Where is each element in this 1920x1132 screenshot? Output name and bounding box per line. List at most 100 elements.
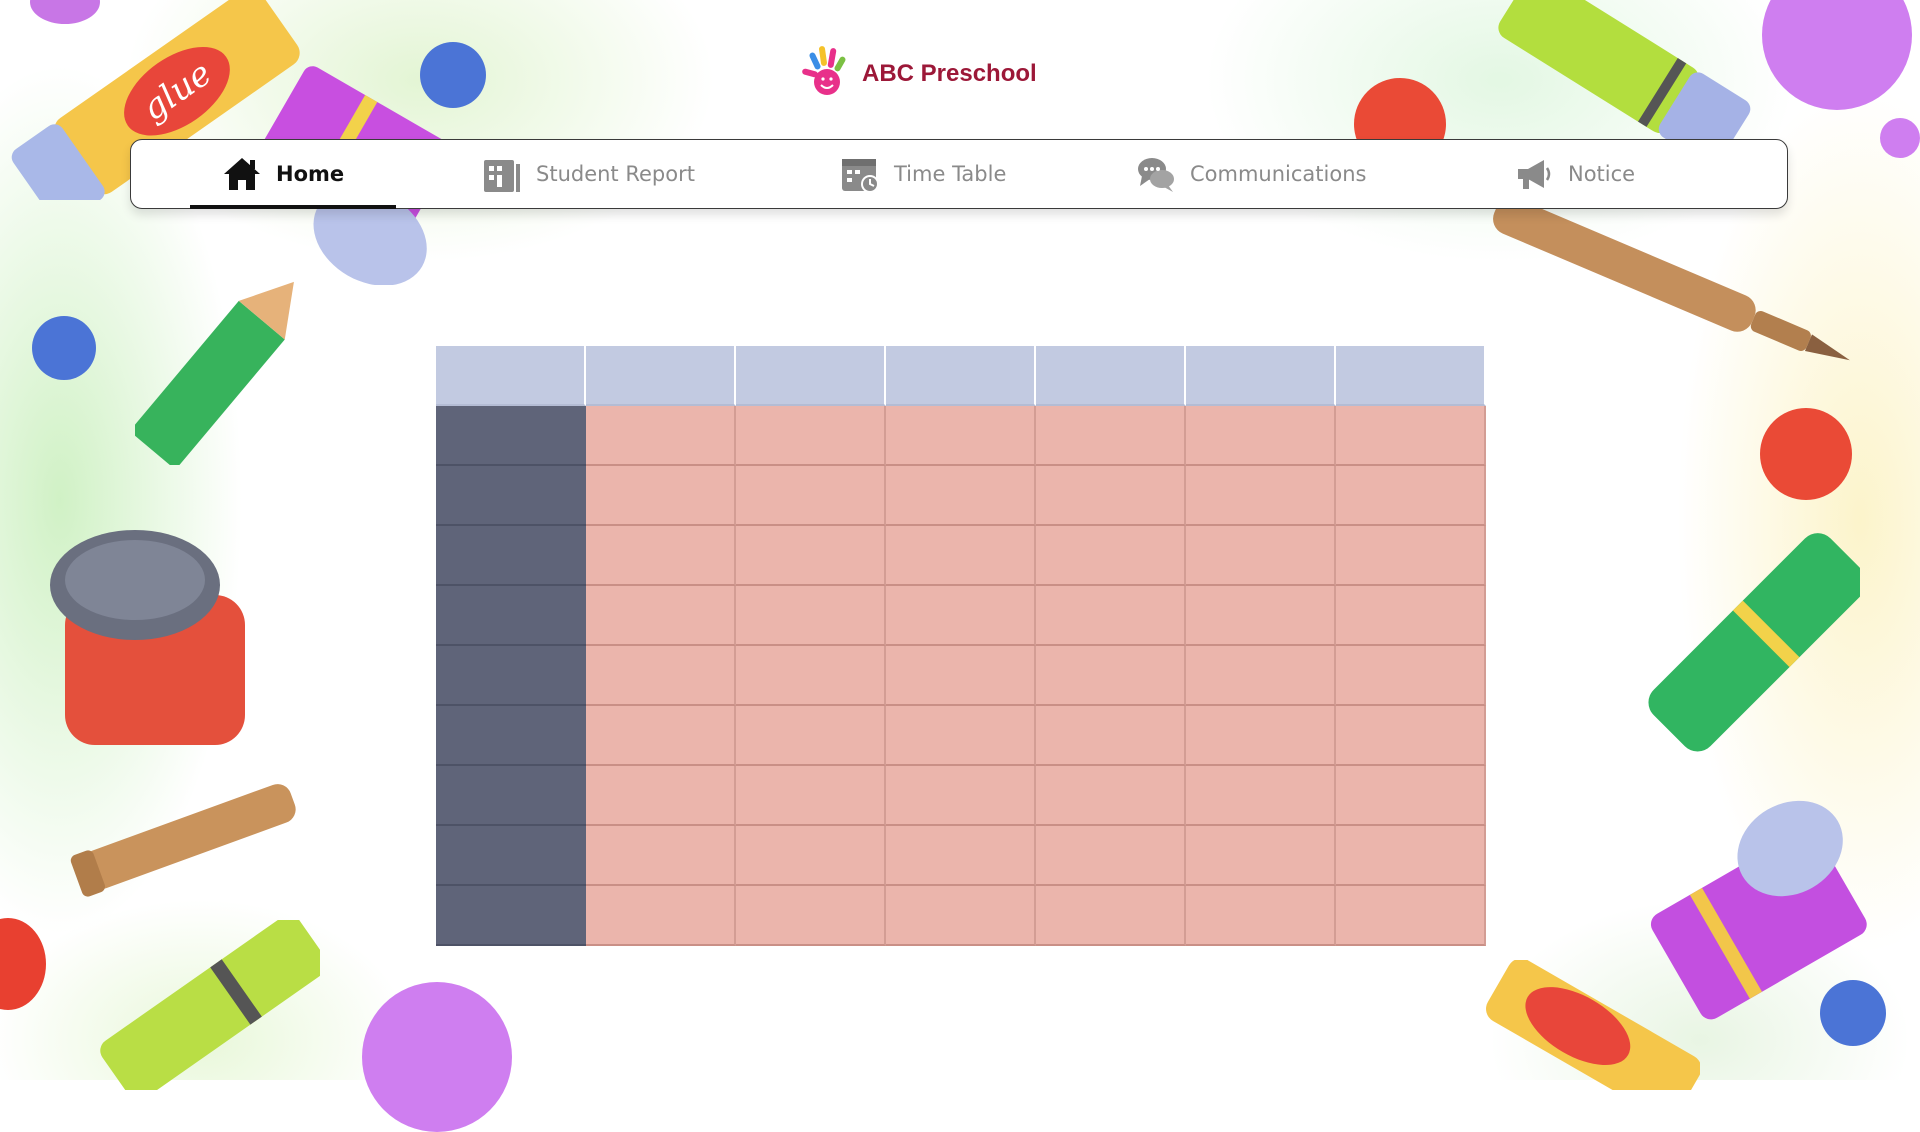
glue-stick-bottom-illustration	[1486, 960, 1700, 1090]
timetable-cell[interactable]	[586, 586, 736, 646]
paint-jar-illustration	[50, 530, 245, 745]
timetable-cell[interactable]	[1336, 766, 1486, 826]
timetable-cell[interactable]	[886, 586, 1036, 646]
timetable-cell[interactable]	[586, 766, 736, 826]
nav-item-home[interactable]: Home	[222, 139, 344, 209]
brand-header[interactable]: ABC Preschool	[800, 44, 1037, 104]
timetable-cell[interactable]	[736, 526, 886, 586]
timetable-cell[interactable]	[886, 526, 1036, 586]
timetable-cell[interactable]	[1036, 826, 1186, 886]
timetable-cell[interactable]	[586, 406, 736, 466]
timetable-cell[interactable]	[736, 886, 886, 946]
timetable-cell[interactable]	[586, 706, 736, 766]
timetable-cell[interactable]	[586, 526, 736, 586]
timetable-row	[436, 526, 1486, 586]
timetable-cell[interactable]	[1336, 586, 1486, 646]
timetable-cell[interactable]	[1036, 646, 1186, 706]
timetable-cell[interactable]	[1036, 526, 1186, 586]
timetable-cell[interactable]	[886, 706, 1036, 766]
timetable-cell[interactable]	[886, 826, 1036, 886]
green-marker-illustration	[1648, 533, 1860, 752]
timetable-cell[interactable]	[736, 586, 886, 646]
timetable-cell[interactable]	[1186, 406, 1336, 466]
timetable-cell[interactable]	[1336, 406, 1486, 466]
timetable-cell[interactable]	[1186, 886, 1336, 946]
timetable-row	[436, 766, 1486, 826]
timetable-row-label-cell	[436, 706, 586, 766]
timetable-cell[interactable]	[1036, 886, 1186, 946]
timetable-cell[interactable]	[886, 886, 1036, 946]
brand-name: ABC Preschool	[862, 60, 1037, 87]
timetable-cell[interactable]	[1036, 466, 1186, 526]
timetable-cell[interactable]	[586, 466, 736, 526]
timetable-row-label-cell	[436, 526, 586, 586]
timetable-cell[interactable]	[886, 466, 1036, 526]
red-paint-dot	[1760, 408, 1852, 500]
timetable-cell[interactable]	[586, 886, 736, 946]
timetable-cell[interactable]	[886, 406, 1036, 466]
timetable-header-cell	[1336, 346, 1486, 406]
timetable-cell[interactable]	[1336, 646, 1486, 706]
timetable-cell[interactable]	[736, 406, 886, 466]
timetable-cell[interactable]	[1186, 586, 1336, 646]
timetable-row	[436, 646, 1486, 706]
timetable-row-label-cell	[436, 766, 586, 826]
highlighter-illustration	[1498, 0, 1751, 160]
timetable-row	[436, 466, 1486, 526]
timetable-cell[interactable]	[1336, 526, 1486, 586]
timetable-header-cell	[886, 346, 1036, 406]
megaphone-icon	[1518, 160, 1551, 189]
timetable-cell[interactable]	[1336, 826, 1486, 886]
timetable-row	[436, 886, 1486, 946]
timetable-header-cell	[1186, 346, 1336, 406]
nav-item-notice[interactable]: Notice	[1514, 139, 1635, 209]
timetable-cell[interactable]	[1336, 466, 1486, 526]
timetable-row	[436, 706, 1486, 766]
timetable-header-cell	[1036, 346, 1186, 406]
nav-item-communications[interactable]: Communications	[1136, 139, 1366, 209]
timetable-row-label-cell	[436, 406, 586, 466]
crayon-illustration	[70, 784, 296, 897]
timetable-cell[interactable]	[736, 766, 886, 826]
timetable-row-label-cell	[436, 646, 586, 706]
timetable-row	[436, 586, 1486, 646]
nav-item-notice-label: Notice	[1568, 162, 1636, 186]
timetable-header-row	[436, 346, 1486, 406]
pen-illustration	[1493, 197, 1850, 361]
timetable-cell[interactable]	[586, 646, 736, 706]
timetable-cell[interactable]	[886, 646, 1036, 706]
timetable-cell[interactable]	[1036, 406, 1186, 466]
timetable-cell[interactable]	[1336, 886, 1486, 946]
nav-item-student-report-label: Student Report	[536, 162, 695, 186]
timetable-cell[interactable]	[1186, 646, 1336, 706]
nav-item-student-report[interactable]: Student Report	[482, 139, 695, 209]
timetable-header-cell	[736, 346, 886, 406]
timetable-row-label-cell	[436, 466, 586, 526]
timetable-cell[interactable]	[1186, 466, 1336, 526]
active-tab-indicator	[190, 205, 396, 209]
timetable-row-label-cell	[436, 886, 586, 946]
timetable-row-label-cell	[436, 586, 586, 646]
timetable-header-cell	[436, 346, 586, 406]
timetable-cell[interactable]	[736, 706, 886, 766]
timetable-cell[interactable]	[736, 646, 886, 706]
timetable-cell[interactable]	[1036, 586, 1186, 646]
timetable-cell[interactable]	[736, 826, 886, 886]
blue-paint-dot	[1820, 980, 1886, 1046]
timetable-cell[interactable]	[1186, 766, 1336, 826]
timetable-cell[interactable]	[1186, 706, 1336, 766]
marker-illustration	[100, 920, 320, 1090]
timetable-cell[interactable]	[1186, 526, 1336, 586]
timetable-header-cell	[586, 346, 736, 406]
timetable-cell[interactable]	[586, 826, 736, 886]
timetable-cell[interactable]	[736, 466, 886, 526]
nav-item-time-table[interactable]: Time Table	[840, 139, 1006, 209]
timetable-cell[interactable]	[1186, 826, 1336, 886]
timetable-cell[interactable]	[1036, 706, 1186, 766]
timetable-cell[interactable]	[1036, 766, 1186, 826]
timetable-cell[interactable]	[1336, 706, 1486, 766]
timetable-cell[interactable]	[886, 766, 1036, 826]
nav-item-home-label: Home	[276, 162, 345, 186]
blue-paint-dot	[32, 316, 96, 380]
painted-hand-icon	[802, 46, 846, 95]
